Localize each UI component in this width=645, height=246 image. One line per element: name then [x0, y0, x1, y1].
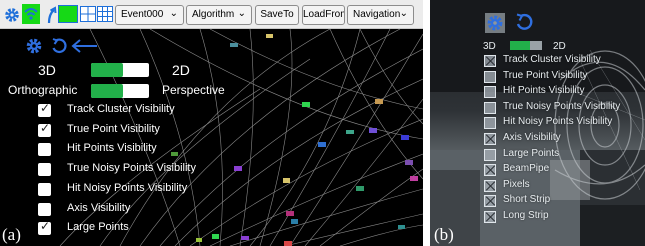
settings-gear-icon[interactable] — [25, 37, 43, 55]
checkbox[interactable] — [484, 133, 496, 145]
checkbox-label: BeamPipe — [503, 163, 550, 175]
checkmark-icon: ✓ — [40, 120, 51, 135]
checkbox[interactable] — [484, 148, 496, 161]
checkbox-label: Axis Visibility — [67, 201, 131, 214]
checkbox-label: True Noisy Points Visibility — [503, 100, 621, 112]
checkmark-icon: ✓ — [40, 219, 51, 234]
checkbox[interactable]: ✓ — [38, 219, 51, 236]
checkbox[interactable] — [38, 143, 51, 157]
toggle-fill — [510, 41, 530, 50]
checkbox[interactable] — [484, 117, 496, 130]
checkbox-label: Large Points — [67, 221, 129, 234]
checkbox[interactable] — [484, 101, 496, 114]
checkbox-label: Hit Points Visibility — [67, 142, 157, 155]
checkbox[interactable] — [38, 182, 51, 196]
view-2d-label: 2D — [172, 62, 190, 78]
panel-b-ar-headset-view: 3D 2D Track Cluster Visibility True Point… — [430, 0, 645, 246]
checkbox[interactable] — [484, 70, 496, 83]
settings-gear-icon[interactable] — [485, 13, 505, 33]
single-view-icon[interactable] — [58, 5, 78, 23]
projection-toggle[interactable] — [91, 84, 149, 98]
orthographic-label: Orthographic — [8, 83, 78, 97]
checkbox[interactable]: ✓ — [38, 101, 51, 117]
checkbox-label: Short Strip — [503, 194, 551, 206]
chevron-down-icon: ⌄ — [237, 8, 246, 19]
toggle-fill — [91, 63, 123, 77]
checkbox[interactable] — [484, 195, 496, 208]
checkmark-icon: ✓ — [40, 101, 51, 115]
grid-view-icon[interactable] — [97, 6, 113, 22]
chevron-down-icon: ⌄ — [399, 8, 408, 19]
checkbox-label: Hit Noisy Points Visibility — [503, 116, 613, 128]
reset-icon[interactable] — [50, 37, 68, 55]
event-select-value: Event000 — [121, 9, 164, 20]
checkbox[interactable] — [484, 211, 496, 223]
wifi-icon[interactable] — [22, 4, 40, 24]
checkbox[interactable] — [484, 55, 496, 67]
chevron-down-icon: ⌄ — [169, 8, 178, 19]
checkbox-label: Large Points — [503, 147, 560, 159]
checkbox-label: Track Cluster Visibility — [67, 103, 175, 115]
checkbox-label: True Point Visibility — [503, 69, 588, 81]
gear-icon[interactable] — [3, 6, 21, 24]
event-select[interactable]: Event000 ⌄ — [115, 5, 184, 25]
view-2d-label: 2D — [553, 41, 566, 52]
back-arrow-icon[interactable] — [70, 38, 98, 54]
checkbox-label: Axis Visibility — [503, 132, 561, 143]
view-dimension-toggle[interactable] — [91, 63, 149, 77]
navigation-select-value: Navigation — [353, 9, 401, 20]
reset-icon[interactable] — [514, 12, 534, 32]
checkbox[interactable] — [38, 202, 51, 216]
algorithm-select[interactable]: Algorithm ⌄ — [186, 5, 252, 25]
panel-a-tag: (a) — [2, 225, 21, 244]
perspective-label: Perspective — [162, 83, 225, 97]
toolbar: Event000 ⌄ Algorithm ⌄ SaveTo LoadFrom N… — [0, 0, 423, 29]
panel-b-tag: (b) — [434, 225, 454, 244]
view-dimension-toggle[interactable] — [510, 41, 542, 50]
panel-a-web-viewer: Event000 ⌄ Algorithm ⌄ SaveTo LoadFrom N… — [0, 0, 423, 246]
checkbox[interactable] — [38, 163, 51, 177]
checkbox-label: True Noisy Points Visibility — [67, 162, 196, 175]
checkbox-label: Hit Noisy Points Visibility — [67, 181, 188, 194]
checkbox-label: True Point Visibility — [67, 122, 160, 135]
algorithm-select-value: Algorithm — [192, 9, 235, 20]
navigation-select[interactable]: Navigation ⌄ — [347, 5, 414, 25]
checkbox-label: Pixels — [503, 178, 530, 190]
checkbox[interactable] — [484, 86, 496, 99]
checkbox[interactable]: ✓ — [38, 120, 51, 137]
save-to-button[interactable]: SaveTo — [255, 5, 299, 25]
checkbox-label: Long Strip — [503, 210, 549, 221]
checkbox[interactable] — [484, 164, 496, 177]
checkbox-label: Track Cluster Visibility — [503, 54, 601, 65]
particle-tracks — [59, 29, 423, 246]
quad-view-icon[interactable] — [80, 6, 96, 22]
checkbox[interactable] — [484, 179, 496, 192]
load-from-button[interactable]: LoadFrom — [302, 5, 345, 25]
view-3d-label: 3D — [483, 41, 496, 52]
toggle-fill — [91, 84, 123, 98]
view-3d-label: 3D — [38, 62, 56, 78]
checkbox-label: Hit Points Visibility — [503, 85, 585, 97]
event-display-canvas[interactable]: 3D 2D Orthographic Perspective ✓ Track Cl… — [0, 29, 423, 246]
